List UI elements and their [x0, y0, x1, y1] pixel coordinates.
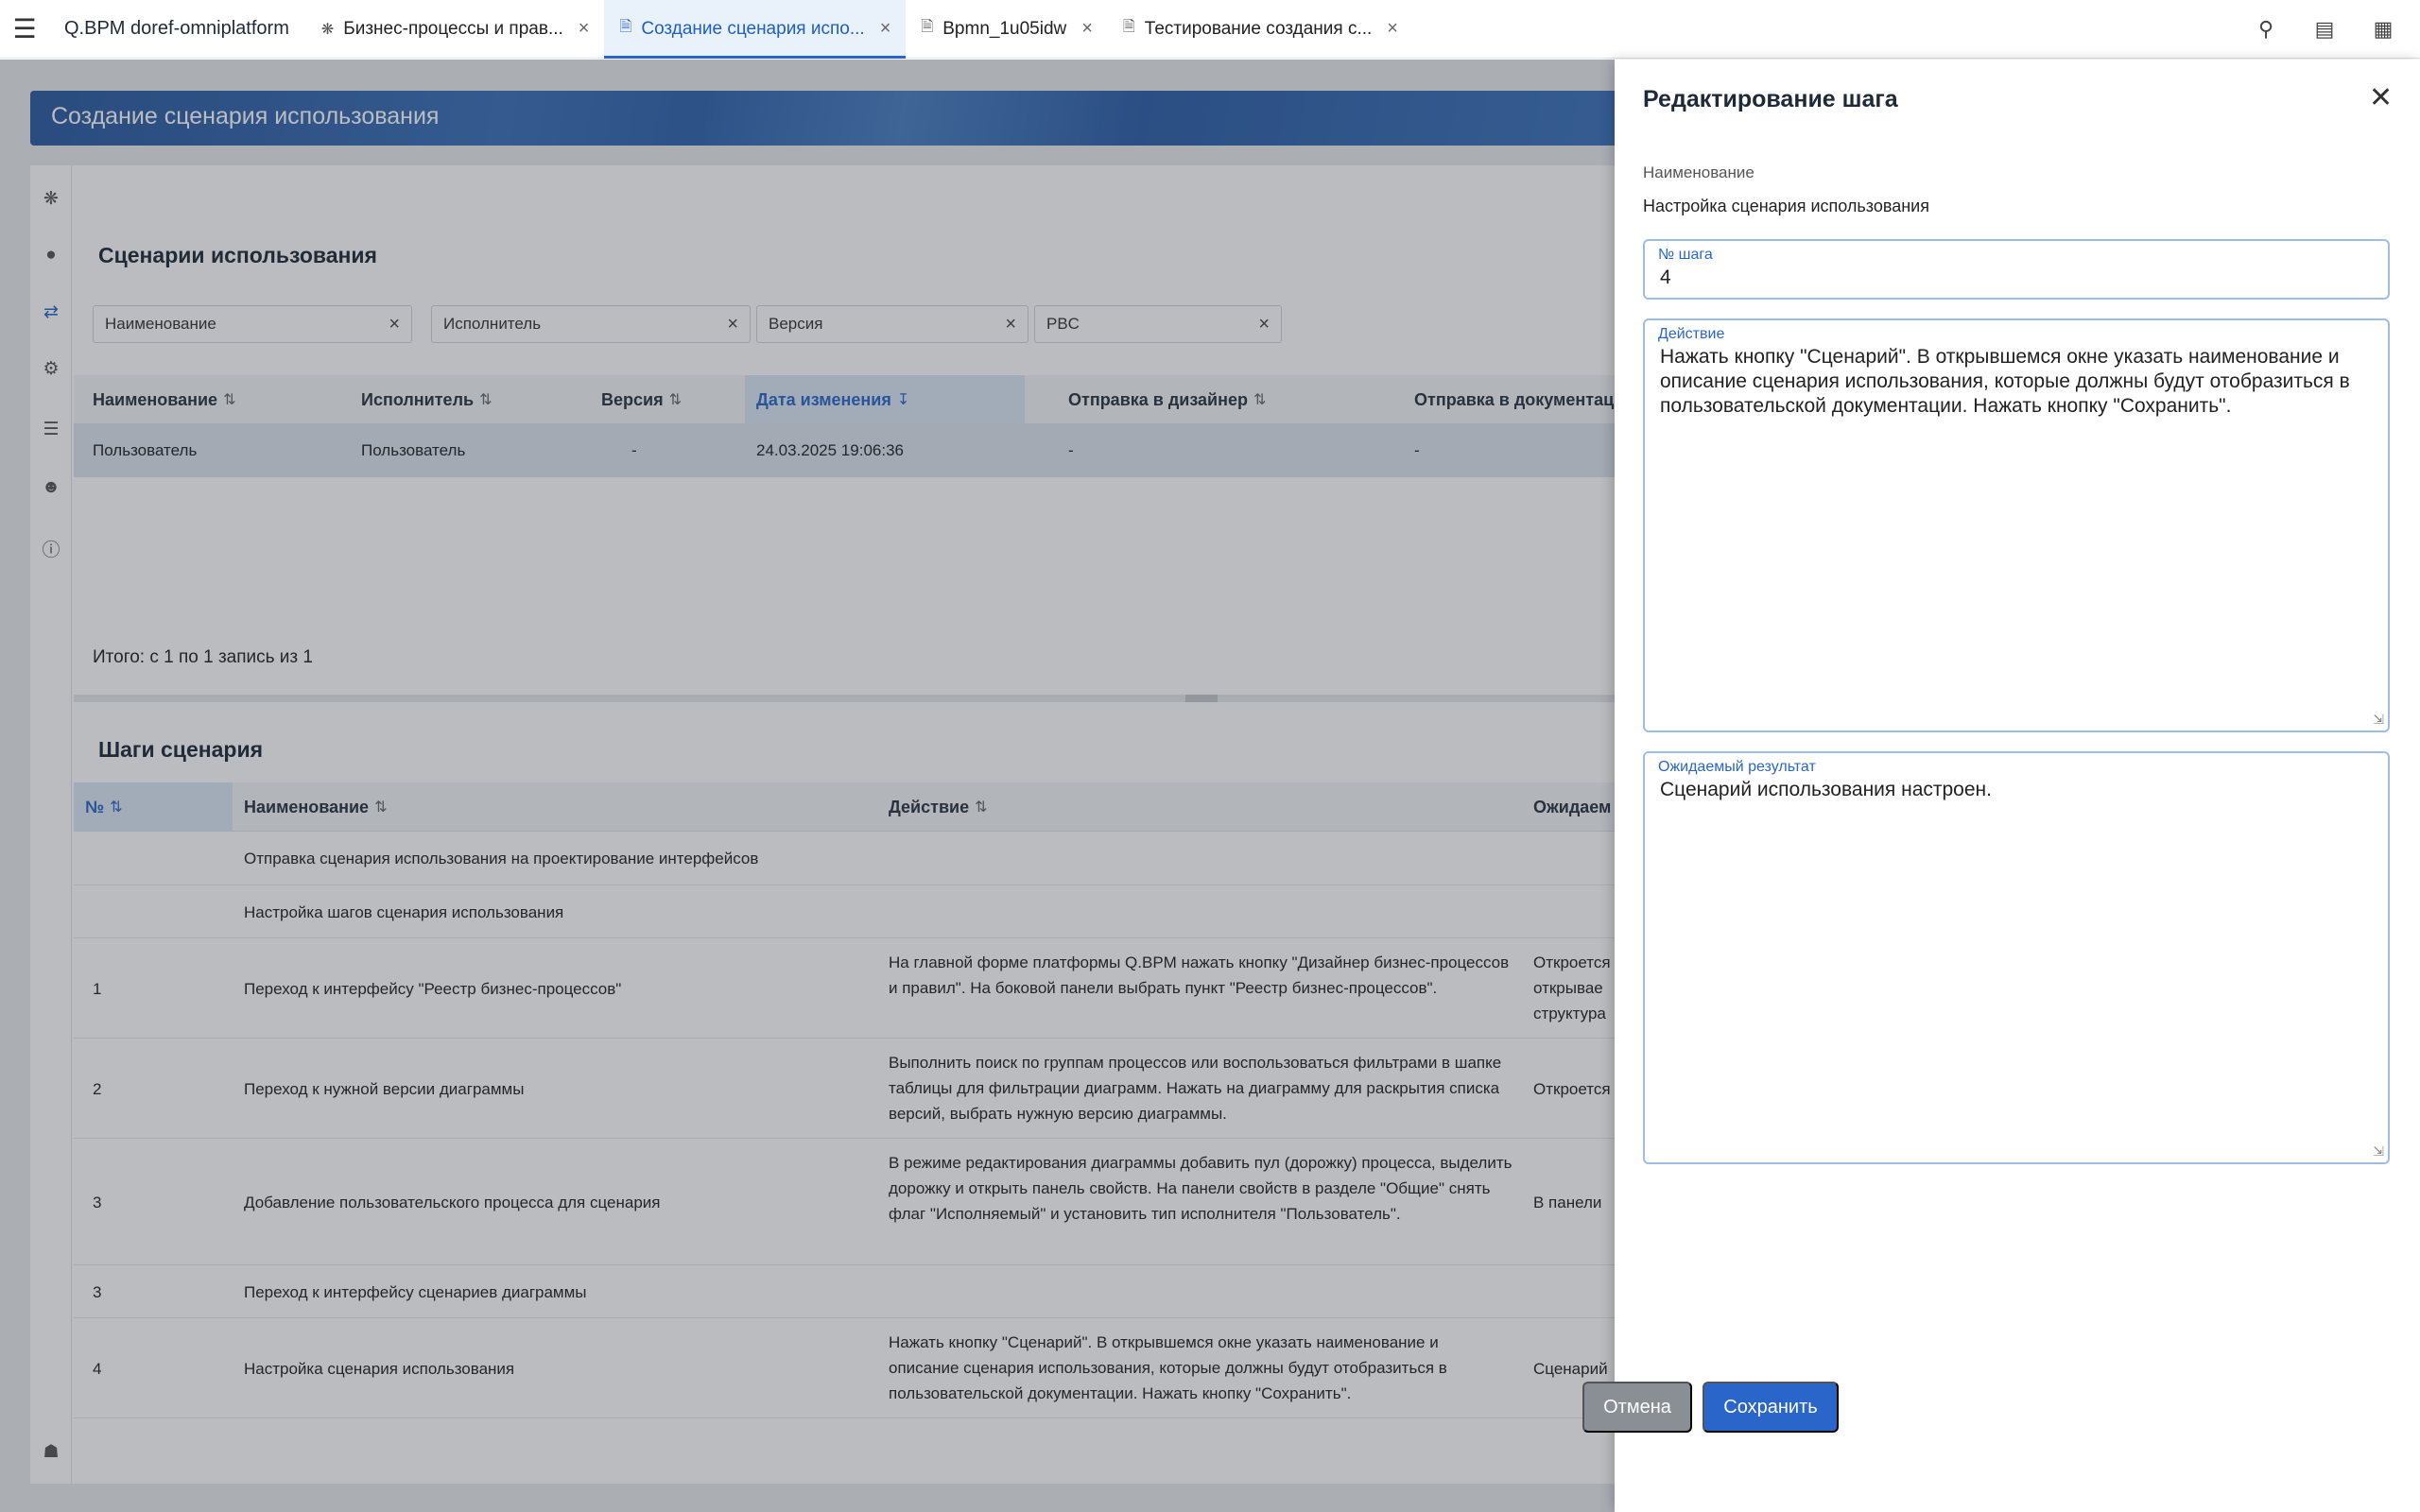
document-icon: 🗎 — [1122, 19, 1135, 35]
tab-label: Bpmn_1u05idw — [942, 18, 1067, 39]
tab-label: Тестирование создания с... — [1144, 18, 1373, 39]
action-textarea[interactable]: Действие Нажать кнопку "Сценарий". В отк… — [1643, 318, 2390, 732]
close-icon[interactable]: × — [1081, 18, 1093, 40]
step-number-label: № шага — [1658, 247, 1713, 263]
resize-handle-icon[interactable]: ⇲ — [2373, 712, 2384, 728]
step-number-value[interactable]: 4 — [1660, 266, 2369, 290]
tab-bpmn[interactable]: 🗎 Bpmn_1u05idw × — [906, 0, 1108, 58]
tab-create-scenario[interactable]: 🗎 Создание сценария испо... × — [604, 0, 907, 59]
document-icon: 🗎 — [619, 19, 632, 35]
process-icon: ❋ — [320, 21, 335, 38]
apps-grid-icon[interactable]: ▦ — [2371, 17, 2395, 42]
expected-result-label: Ожидаемый результат — [1658, 759, 1816, 775]
hamburger-menu-icon[interactable]: ☰ — [0, 0, 49, 58]
save-button[interactable]: Сохранить — [1703, 1382, 1839, 1433]
step-number-field[interactable]: № шага 4 — [1643, 239, 2390, 300]
action-label: Действие — [1658, 326, 1725, 342]
tab-testing[interactable]: 🗎 Тестирование создания с... × — [1108, 0, 1413, 58]
search-icon[interactable]: ⚲ — [2254, 17, 2278, 42]
tab-business-processes[interactable]: ❋ Бизнес-процессы и прав... × — [306, 0, 605, 58]
action-value[interactable]: Нажать кнопку "Сценарий". В открывшемся … — [1660, 345, 2369, 419]
close-icon[interactable]: ✕ — [2369, 84, 2393, 112]
tab-label: Создание сценария испо... — [641, 18, 865, 39]
modal-backdrop[interactable] — [0, 60, 1615, 1512]
document-list-icon[interactable]: ▤ — [2312, 17, 2337, 42]
tab-label: Бизнес-процессы и прав... — [343, 18, 563, 39]
close-icon[interactable]: × — [1387, 18, 1398, 40]
close-icon[interactable]: × — [880, 18, 891, 40]
document-icon: 🗎 — [921, 19, 934, 35]
edit-step-panel: Редактирование шага ✕ Наименование Настр… — [1615, 60, 2420, 1512]
panel-title: Редактирование шага — [1643, 86, 1898, 112]
expected-result-textarea[interactable]: Ожидаемый результат Сценарий использован… — [1643, 751, 2390, 1164]
cancel-button[interactable]: Отмена — [1582, 1382, 1692, 1433]
app-title[interactable]: Q.BPM doref-omniplatform — [49, 0, 306, 58]
name-label: Наименование — [1643, 163, 1754, 181]
expected-result-value[interactable]: Сценарий использования настроен. — [1660, 778, 2369, 802]
resize-handle-icon[interactable]: ⇲ — [2373, 1143, 2384, 1160]
top-tab-bar: ☰ Q.BPM doref-omniplatform ❋ Бизнес-проц… — [0, 0, 2420, 59]
name-value: Настройка сценария использования — [1643, 197, 1929, 215]
close-icon[interactable]: × — [579, 18, 590, 40]
